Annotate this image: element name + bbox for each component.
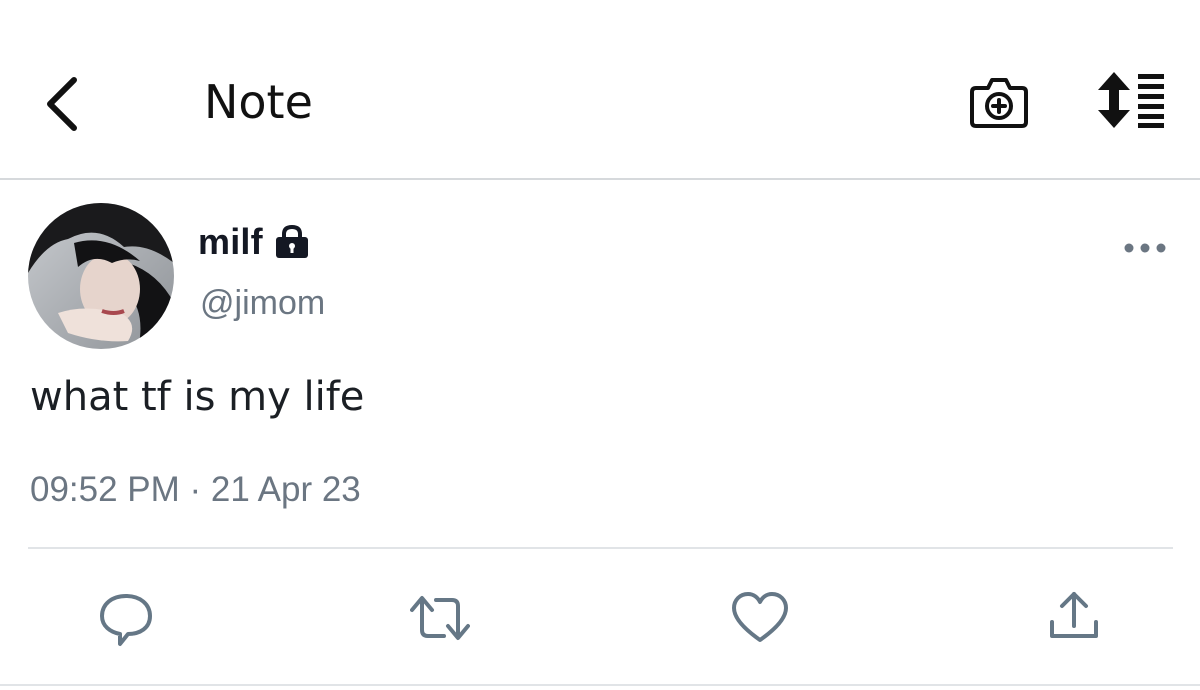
tweet-timestamp: 09:52 PM · 21 Apr 23	[30, 470, 361, 509]
divider	[28, 547, 1173, 549]
bottom-divider	[0, 684, 1200, 686]
display-name-row: milf	[198, 220, 311, 264]
more-options-button[interactable]	[1120, 236, 1170, 260]
lock-icon	[273, 224, 311, 260]
retweet-icon	[410, 596, 470, 640]
more-horizontal-icon	[1124, 243, 1166, 253]
tweet-text: what tf is my life	[30, 374, 365, 420]
chevron-left-icon	[47, 77, 77, 131]
sort-button[interactable]	[1096, 70, 1168, 130]
share-button[interactable]	[1044, 588, 1104, 648]
page-title: Note	[204, 75, 313, 129]
camera-button[interactable]	[968, 70, 1030, 130]
display-name[interactable]: milf	[198, 221, 263, 263]
user-handle[interactable]: @jimom	[200, 284, 325, 323]
retweet-button[interactable]	[410, 588, 470, 648]
heart-icon	[732, 592, 788, 642]
avatar[interactable]	[28, 203, 174, 349]
like-button[interactable]	[730, 588, 790, 648]
tweet-detail-screen: Note milf @jimom what tf is my life 09:5…	[0, 0, 1200, 690]
back-button[interactable]	[38, 72, 88, 132]
camera-plus-icon	[970, 78, 1028, 128]
reply-icon	[100, 594, 152, 646]
share-icon	[1050, 592, 1098, 638]
avatar-photo	[28, 203, 174, 349]
top-navigation-bar: Note	[0, 0, 1200, 180]
reply-button[interactable]	[96, 588, 156, 648]
sort-list-icon	[1098, 72, 1164, 128]
